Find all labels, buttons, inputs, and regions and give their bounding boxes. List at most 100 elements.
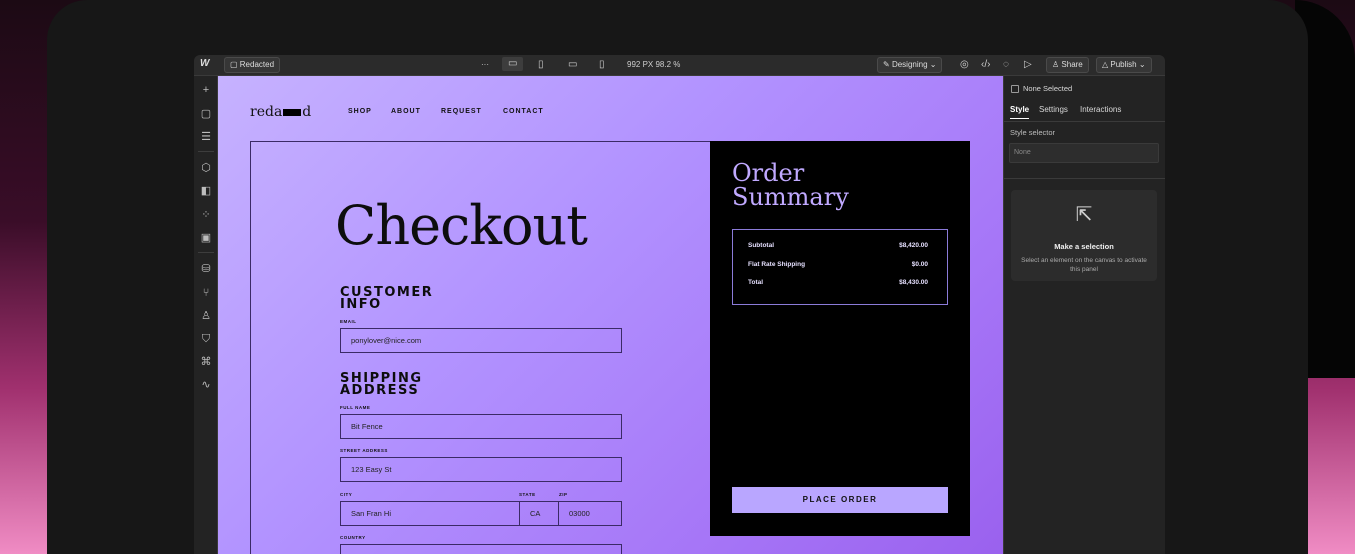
check-circle-icon[interactable]: ◎ (960, 58, 969, 72)
design-canvas[interactable]: reda d SHOP ABOUT REQUEST CONTACT Checkou… (218, 76, 1003, 554)
none-selected-label: None Selected (1023, 84, 1073, 93)
summary-row-total: Total $8,430.00 (748, 279, 928, 286)
webflow-logo-icon[interactable]: W (200, 58, 209, 69)
tab-style[interactable]: Style (1010, 105, 1029, 114)
nav-link-shop[interactable]: SHOP (348, 108, 372, 115)
desktop-breakpoint-icon[interactable]: ▭ (502, 57, 524, 71)
divider (1004, 121, 1165, 122)
publish-label: Publish (1110, 60, 1137, 69)
site-logo-text-b: d (302, 104, 312, 120)
style-selector-label: Style selector (1010, 128, 1056, 137)
row-label: Total (748, 279, 764, 286)
cursor-click-icon: ⇱ (1075, 204, 1093, 226)
active-tab-indicator (1010, 118, 1029, 119)
row-label: Flat Rate Shipping (748, 261, 806, 268)
apps-icon[interactable]: ⌘ (199, 355, 213, 369)
city-field[interactable]: San Fran Hi (340, 501, 520, 526)
style-panel: None Selected Style Settings Interaction… (1003, 76, 1165, 554)
full-name-field[interactable]: Bit Fence (340, 414, 622, 439)
heading-line: INFO (340, 297, 382, 312)
site-logo[interactable]: reda d (250, 104, 311, 120)
more-menu[interactable]: ··· (481, 58, 489, 72)
row-value: $8,420.00 (899, 242, 928, 249)
redaction-block (283, 108, 302, 116)
country-field[interactable] (340, 544, 622, 554)
summary-box: Subtotal $8,420.00 Flat Rate Shipping $0.0… (732, 229, 948, 305)
divider (198, 151, 214, 152)
summary-row-shipping: Flat Rate Shipping $0.00 (748, 261, 928, 268)
share-button[interactable]: ♙ Share (1046, 57, 1089, 73)
navigator-icon[interactable]: ☰ (199, 130, 213, 144)
state-field[interactable]: CA (519, 501, 559, 526)
comment-icon[interactable]: ◌ (1003, 58, 1009, 72)
mode-label: Designing (891, 60, 928, 69)
row-value: $8,430.00 (899, 279, 928, 286)
landscape-breakpoint-icon[interactable]: ▭ (568, 58, 577, 72)
page-title: Checkout (335, 194, 588, 257)
share-label: Share (1061, 60, 1083, 69)
publish-button[interactable]: △ Publish ⌄ (1096, 57, 1152, 73)
title-line: Order (732, 159, 805, 187)
logic-icon[interactable]: ⑂ (199, 286, 213, 300)
country-label: COUNTRY (340, 535, 366, 540)
tablet-breakpoint-icon[interactable]: ▯ (538, 58, 544, 72)
components-icon[interactable]: ⬡ (199, 161, 213, 175)
tab-interactions[interactable]: Interactions (1080, 105, 1121, 114)
nav-link-about[interactable]: ABOUT (391, 108, 421, 115)
street-label: STREET ADDRESS (340, 448, 388, 453)
empty-state-card: ⇱ Make a selection Select an element on … (1011, 190, 1157, 281)
customer-info-heading: CUSTOMER INFO (340, 286, 433, 312)
mode-dropdown[interactable]: ✎ Designing ⌄ (877, 57, 943, 73)
left-toolbar: + ▢ ☰ ⬡ ◧ ⁘ ▣ ⛁ ⑂ ♙ ⛉ ⌘ ∿ (194, 76, 218, 554)
user-icon: ♙ (1052, 60, 1062, 69)
preview-play-icon[interactable]: ▷ (1024, 58, 1032, 72)
style-selector-input[interactable]: None (1009, 143, 1159, 163)
full-name-label: FULL NAME (340, 405, 371, 410)
state-label: STATE (519, 492, 536, 497)
email-field[interactable]: ponylover@nice.com (340, 328, 622, 353)
place-order-button[interactable]: PLACE ORDER (732, 487, 948, 513)
ecommerce-icon[interactable]: ⛉ (199, 332, 213, 346)
designer-window: W ▢ Redacted ··· ▭ ▯ ▭ ▯ 992 PX 98.2 % ✎… (194, 55, 1165, 554)
users-icon[interactable]: ♙ (199, 309, 213, 323)
empty-state-title: Make a selection (1054, 242, 1114, 251)
add-icon[interactable]: + (199, 83, 213, 97)
styles-icon[interactable]: ⁘ (199, 208, 213, 222)
project-button[interactable]: ▢ Redacted (224, 57, 281, 73)
order-summary-panel: Order Summary Subtotal $8,420.00 Flat Rate… (710, 141, 970, 536)
top-toolbar: W ▢ Redacted ··· ▭ ▯ ▭ ▯ 992 PX 98.2 % ✎… (194, 55, 1165, 76)
activity-icon[interactable]: ∿ (199, 378, 213, 392)
divider (198, 252, 214, 253)
street-field[interactable]: 123 Easy St (340, 457, 622, 482)
title-line: Summary (732, 183, 849, 211)
email-label: EMAIL (340, 319, 357, 324)
zip-label: ZIP (559, 492, 568, 497)
city-label: CITY (340, 492, 353, 497)
empty-state-text: Select an element on the canvas to activ… (1021, 257, 1147, 273)
summary-row-subtotal: Subtotal $8,420.00 (748, 242, 928, 249)
row-value: $0.00 (911, 261, 928, 268)
chevron-down-icon: ⌄ (927, 60, 937, 69)
canvas-size-readout: 992 PX 98.2 % (627, 60, 681, 69)
code-icon[interactable]: ‹/› (981, 58, 990, 72)
row-label: Subtotal (748, 242, 774, 249)
assets-icon[interactable]: ▣ (199, 231, 213, 245)
brush-icon: ✎ (883, 60, 892, 69)
divider (1004, 178, 1165, 179)
mobile-breakpoint-icon[interactable]: ▯ (599, 58, 605, 72)
tab-settings[interactable]: Settings (1039, 105, 1068, 114)
project-name: Redacted (239, 60, 275, 69)
cms-icon[interactable]: ⛁ (199, 262, 213, 276)
selection-checkbox[interactable] (1011, 85, 1019, 93)
page-icon: ▢ (230, 60, 240, 69)
pages-icon[interactable]: ▢ (199, 107, 213, 121)
order-summary-title: Order Summary (732, 161, 849, 209)
chevron-down-icon: ⌄ (1136, 60, 1146, 69)
site-logo-text-a: reda (250, 104, 283, 120)
nav-link-contact[interactable]: CONTACT (503, 108, 544, 115)
nav-link-request[interactable]: REQUEST (441, 108, 482, 115)
heading-line: ADDRESS (340, 383, 420, 398)
variables-icon[interactable]: ◧ (199, 184, 213, 198)
zip-field[interactable]: 03000 (558, 501, 622, 526)
shipping-address-heading: SHIPPING ADDRESS (340, 372, 423, 398)
